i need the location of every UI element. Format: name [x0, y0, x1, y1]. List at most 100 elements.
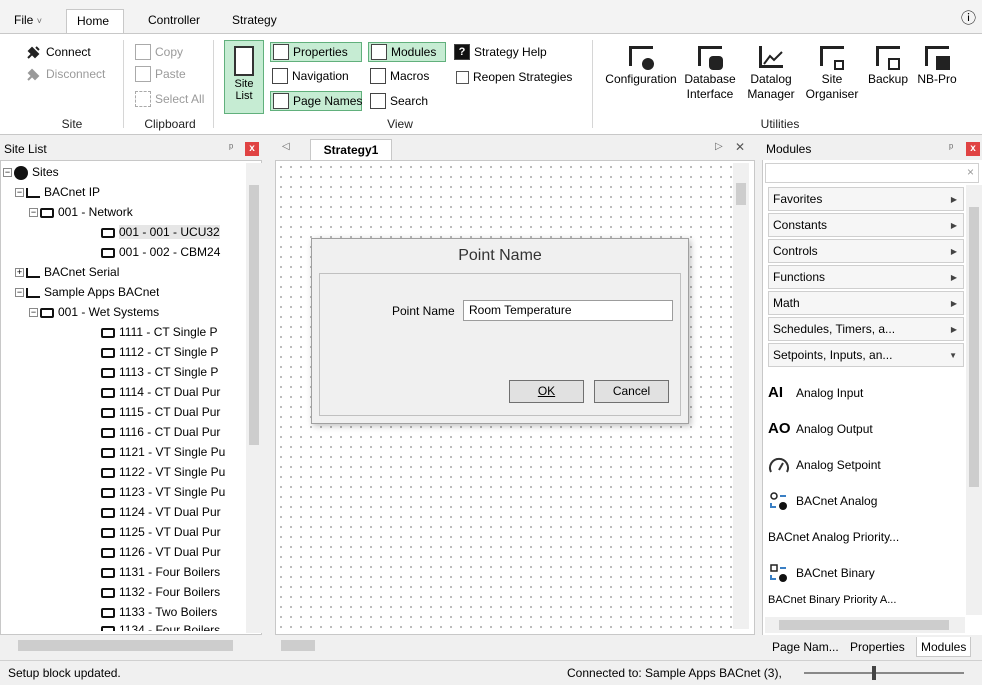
module-bacnet-binary[interactable]: BACnet Binary [768, 558, 875, 588]
module-bacnet-analog-priority[interactable]: BACnet Analog Priority... [768, 522, 899, 552]
tab-modules[interactable]: Modules [916, 637, 972, 657]
modules-horizontal-scrollbar[interactable] [765, 617, 965, 633]
tree-node[interactable]: 1131 - Four Boilers [101, 563, 251, 582]
category-setpoints[interactable]: Setpoints, Inputs, an... ▼ [768, 343, 964, 367]
tree-node[interactable]: −001 - Wet Systems [29, 303, 159, 322]
modules-scrollbar[interactable] [966, 185, 982, 615]
category-functions[interactable]: Functions ▶ [768, 265, 964, 289]
modules-search-input[interactable]: × [765, 163, 979, 183]
scrollbar-thumb[interactable] [18, 640, 233, 651]
site-list-horizontal-scrollbar[interactable] [0, 637, 262, 654]
tree-node[interactable]: 001 - 002 - CBM24 [101, 243, 251, 262]
tab-properties[interactable]: Properties [846, 637, 909, 657]
tree-node[interactable]: 1114 - CT Dual Pur [101, 383, 251, 402]
tree-node[interactable]: 1133 - Two Boilers [101, 603, 251, 622]
backup-button[interactable]: Backup [866, 44, 910, 87]
category-schedules[interactable]: Schedules, Timers, a... ▶ [768, 317, 964, 341]
page-names-button[interactable]: Page Names [270, 91, 362, 111]
cancel-button[interactable]: Cancel [594, 380, 669, 403]
module-bacnet-binary-priority[interactable]: BACnet Binary Priority A... [768, 592, 896, 608]
tab-controller[interactable]: Controller [138, 9, 210, 33]
category-math[interactable]: Math ▶ [768, 291, 964, 315]
separator [213, 40, 214, 128]
tree-node[interactable]: − BACnet IP [15, 183, 100, 202]
site-list-button[interactable]: Site List [224, 40, 264, 114]
category-constants[interactable]: Constants ▶ [768, 213, 964, 237]
configuration-button[interactable]: Configuration [600, 44, 682, 87]
tab-strategy[interactable]: Strategy [222, 9, 287, 33]
scrollbar-thumb[interactable] [736, 183, 746, 205]
tree-node[interactable]: 1111 - CT Single P [101, 323, 251, 342]
tree-node[interactable]: 1116 - CT Dual Pur [101, 423, 251, 442]
tree-node[interactable]: 1115 - CT Dual Pur [101, 403, 251, 422]
point-name-input[interactable]: Room Temperature [463, 300, 673, 321]
tab-home[interactable]: Home [66, 9, 124, 33]
controller-icon [101, 327, 115, 338]
category-controls[interactable]: Controls ▶ [768, 239, 964, 263]
file-menu[interactable]: File ˅ [4, 9, 52, 33]
bacnet-binary-icon [768, 558, 796, 588]
tree-node[interactable]: 1113 - CT Single P [101, 363, 251, 382]
canvas-horizontal-scrollbar[interactable] [263, 637, 753, 654]
properties-button[interactable]: Properties [270, 42, 362, 62]
scrollbar-thumb[interactable] [779, 620, 949, 630]
zoom-slider[interactable] [804, 666, 964, 680]
site-group-label: Site [61, 117, 83, 131]
tree-node[interactable]: 1123 - VT Single Pu [101, 483, 251, 502]
module-analog-output[interactable]: AO Analog Output [768, 414, 873, 444]
zoom-slider-thumb[interactable] [872, 666, 876, 680]
site-tree[interactable]: − Sites − BACnet IP −001 - Network 001 - 0… [0, 160, 262, 635]
tree-node[interactable]: 1121 - VT Single Pu [101, 443, 251, 462]
database-icon [695, 44, 725, 70]
module-analog-setpoint[interactable]: Analog Setpoint [768, 450, 881, 480]
scrollbar-thumb[interactable] [969, 207, 979, 487]
close-tab-icon[interactable]: ✕ [735, 140, 745, 154]
module-bacnet-analog[interactable]: BACnet Analog [768, 486, 877, 516]
info-icon[interactable]: ⓘ [961, 7, 976, 28]
tab-scroll-right-icon[interactable]: ▷ [715, 141, 723, 152]
nb-pro-button[interactable]: NB-Pro [912, 44, 962, 87]
disconnect-button[interactable]: Disconnect [24, 64, 107, 84]
copy-button[interactable]: Copy [133, 42, 185, 62]
ok-button[interactable]: OK [509, 380, 584, 403]
paste-button[interactable]: Paste [133, 64, 188, 84]
close-icon[interactable]: x [966, 142, 980, 156]
copy-icon [135, 44, 151, 60]
macros-button[interactable]: Macros [368, 66, 431, 86]
tree-node[interactable]: 1126 - VT Dual Pur [101, 543, 251, 562]
tree-node[interactable]: 1112 - CT Single P [101, 343, 251, 362]
pin-icon[interactable]: ᵖ [949, 142, 953, 154]
category-favorites[interactable]: Favorites ▶ [768, 187, 964, 211]
tree-node[interactable]: − Sample Apps BACnet [15, 283, 159, 302]
tree-node[interactable]: 1134 - Four Boilers [101, 621, 251, 631]
tree-node[interactable]: 1125 - VT Dual Pur [101, 523, 251, 542]
tab-scroll-left-icon[interactable]: ◁ [282, 141, 290, 152]
tree-node[interactable]: 1132 - Four Boilers [101, 583, 251, 602]
site-organiser-button[interactable]: Site Organiser [800, 44, 864, 102]
module-analog-input[interactable]: AI Analog Input [768, 378, 863, 408]
database-interface-button[interactable]: Database Interface [684, 44, 736, 102]
tree-node[interactable]: 1122 - VT Single Pu [101, 463, 251, 482]
scrollbar-thumb[interactable] [249, 185, 259, 445]
tree-node[interactable]: −001 - Network [29, 203, 133, 222]
datalog-manager-button[interactable]: Datalog Manager [745, 44, 797, 102]
site-list-scrollbar[interactable] [246, 163, 262, 633]
tree-node[interactable]: 001 - 001 - UCU32 [101, 223, 251, 242]
clear-icon[interactable]: × [967, 165, 974, 179]
close-icon[interactable]: x [245, 142, 259, 156]
connect-button[interactable]: Connect [24, 42, 93, 62]
search-button[interactable]: Search [368, 91, 430, 111]
scrollbar-thumb[interactable] [281, 640, 315, 651]
select-all-button[interactable]: Select All [133, 89, 206, 109]
strategy-help-button[interactable]: ? Strategy Help [452, 42, 549, 62]
modules-button[interactable]: Modules [368, 42, 446, 62]
tab-strategy1[interactable]: Strategy1 [310, 139, 392, 160]
navigation-button[interactable]: Navigation [270, 66, 351, 86]
pin-icon[interactable]: ᵖ [229, 142, 233, 154]
canvas-vertical-scrollbar[interactable] [733, 163, 749, 629]
tree-node[interactable]: 1124 - VT Dual Pur [101, 503, 251, 522]
tab-page-names[interactable]: Page Nam... [768, 637, 843, 657]
tree-node[interactable]: + BACnet Serial [15, 263, 119, 282]
reopen-strategies-checkbox[interactable]: Reopen Strategies [454, 67, 574, 87]
tree-node-sites[interactable]: − Sites [3, 163, 59, 182]
